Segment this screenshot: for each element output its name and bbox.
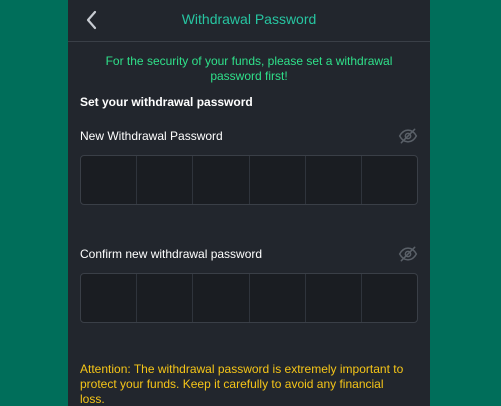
section-title: Set your withdrawal password [80,95,253,109]
pin-cell[interactable] [137,156,194,204]
pin-cell[interactable] [137,274,194,322]
confirm-password-header: Confirm new withdrawal password [80,244,418,264]
pin-cell[interactable] [362,274,417,322]
new-password-header: New Withdrawal Password [80,126,418,146]
pin-cell[interactable] [193,156,250,204]
pin-cell[interactable] [306,156,362,204]
new-password-input[interactable] [80,155,418,205]
confirm-password-label: Confirm new withdrawal password [80,247,263,261]
pin-cell[interactable] [250,156,306,204]
pin-cell[interactable] [81,274,138,322]
eye-off-icon[interactable] [398,244,418,264]
pin-cell[interactable] [250,274,306,322]
pin-cell[interactable] [362,156,417,204]
pin-cell[interactable] [306,274,362,322]
header: Withdrawal Password [68,0,430,42]
app-screen: Withdrawal Password For the security of … [68,0,430,406]
page-title: Withdrawal Password [181,11,317,27]
pin-cell[interactable] [193,274,250,322]
eye-off-icon[interactable] [398,126,418,146]
security-notice: For the security of your funds, please s… [105,54,393,83]
confirm-password-input[interactable] [80,273,418,323]
pin-cell[interactable] [81,156,138,204]
attention-note: Attention: The withdrawal password is ex… [80,362,404,406]
new-password-label: New Withdrawal Password [80,129,223,143]
